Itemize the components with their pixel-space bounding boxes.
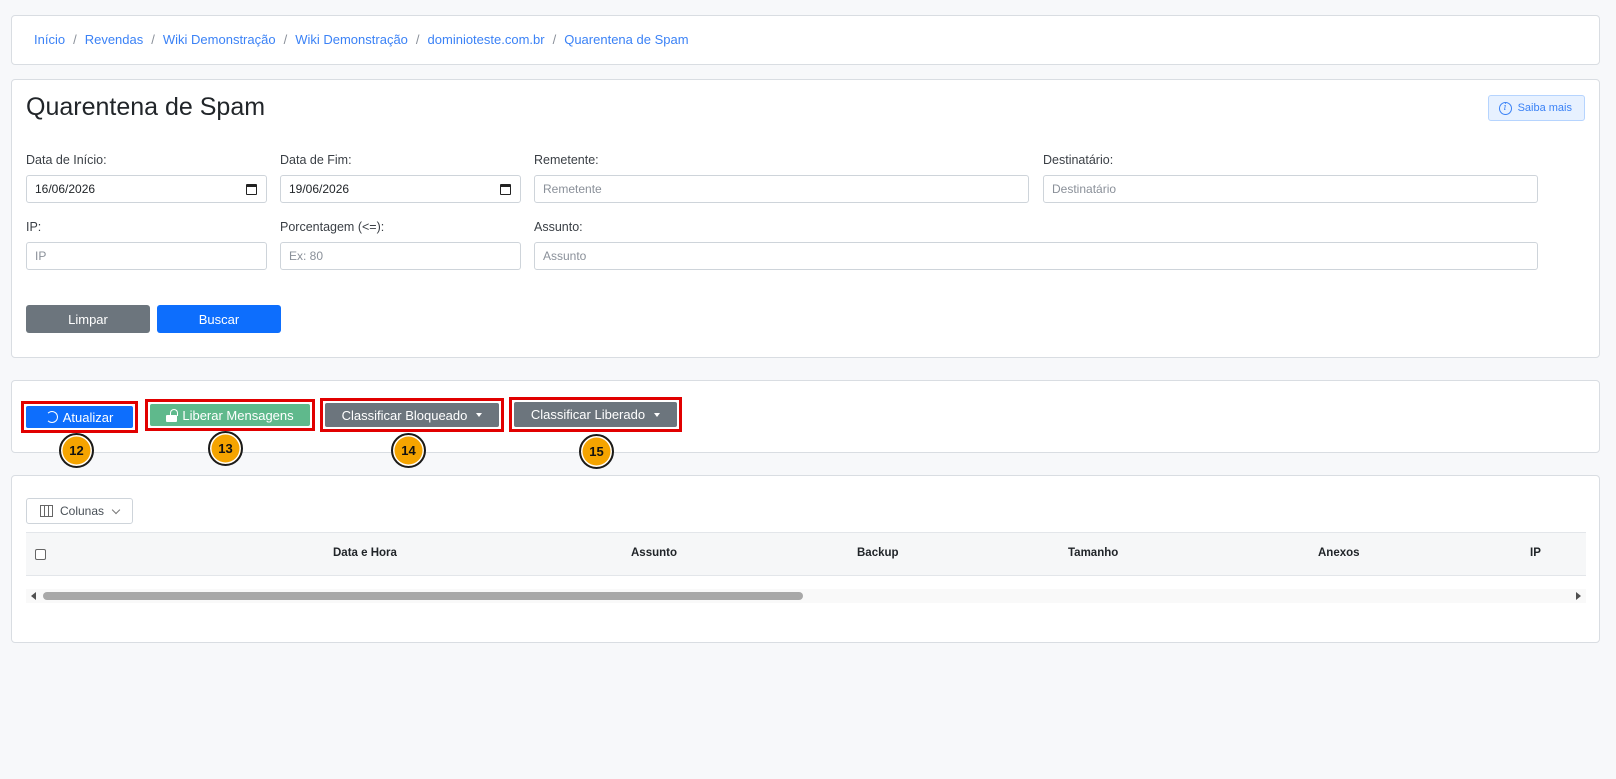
search-button[interactable]: Buscar [157,305,281,333]
start-date-label: Data de Início: [26,153,107,167]
clear-button[interactable]: Limpar [26,305,150,333]
header-backup[interactable]: Backup [857,547,899,559]
ip-input[interactable]: IP [26,242,267,270]
percentage-label: Porcentagem (<=): [280,220,385,234]
classify-blocked-highlight: Classificar Bloqueado [320,398,504,432]
classify-released-dropdown[interactable]: Classificar Liberado [514,402,677,427]
release-label: Liberar Mensagens [182,407,294,423]
breadcrumb-domain[interactable]: dominioteste.com.br [428,32,545,47]
classify-released-label: Classificar Liberado [530,407,646,422]
refresh-highlight: Atualizar [21,401,138,433]
breadcrumb-separator: / [415,32,420,47]
ip-label: IP: [26,220,42,234]
breadcrumb-separator: / [73,32,77,47]
sync-icon [45,411,58,423]
subject-input[interactable]: Assunto [534,242,1538,270]
start-date-value: 16/06/2026 [35,182,96,196]
end-date-input[interactable]: 19/06/2026 [280,175,521,203]
select-all-checkbox[interactable] [35,549,46,560]
sender-label: Remetente: [534,153,599,167]
breadcrumb-revendas[interactable]: Revendas [85,32,144,47]
refresh-label: Atualizar [62,409,114,425]
header-data-hora[interactable]: Data e Hora [333,547,397,559]
breadcrumb-wiki-1[interactable]: Wiki Demonstração [163,32,276,47]
columns-label: Colunas [59,504,105,518]
table-header: Data e Hora Assunto Backup Tamanho Anexo… [26,532,1586,576]
horizontal-scrollbar[interactable] [26,589,1586,603]
filter-card: Quarentena de Spam i Saiba mais Data de … [11,79,1600,358]
breadcrumb-inicio[interactable]: Início [34,32,65,47]
calendar-icon[interactable] [500,184,511,195]
columns-button[interactable]: Colunas [26,498,133,524]
header-ip[interactable]: IP [1530,547,1541,559]
classify-blocked-dropdown[interactable]: Classificar Bloqueado [325,403,499,427]
header-assunto[interactable]: Assunto [631,547,677,559]
classify-blocked-label: Classificar Bloqueado [341,407,468,423]
scrollbar-thumb[interactable] [43,592,803,600]
classify-released-highlight: Classificar Liberado [509,397,682,432]
breadcrumb-current[interactable]: Quarentena de Spam [564,32,688,47]
percentage-input[interactable]: Ex: 80 [280,242,521,270]
end-date-value: 19/06/2026 [289,182,350,196]
start-date-input[interactable]: 16/06/2026 [26,175,267,203]
annotation-badge-15: 15 [579,434,614,469]
header-tamanho[interactable]: Tamanho [1068,547,1118,559]
breadcrumb-separator: / [283,32,288,47]
breadcrumb-separator: / [552,32,557,47]
recipient-input[interactable]: Destinatário [1043,175,1538,203]
release-highlight: Liberar Mensagens [145,399,315,431]
annotation-badge-14: 14 [391,433,426,468]
end-date-label: Data de Fim: [280,153,352,167]
caret-down-icon [476,413,483,417]
columns-icon [39,505,53,517]
table-card: Colunas Data e Hora Assunto Backup Taman… [11,475,1600,643]
scroll-left-icon[interactable] [31,592,36,600]
recipient-label: Destinatário: [1043,153,1114,167]
release-messages-button[interactable]: Liberar Mensagens [150,404,310,426]
info-icon: i [1498,101,1512,115]
breadcrumb-wiki-2[interactable]: Wiki Demonstração [295,32,408,47]
annotation-badge-12: 12 [59,433,94,468]
saiba-mais-button[interactable]: i Saiba mais [1487,95,1585,121]
sender-input[interactable]: Remetente [534,175,1029,203]
caret-down-icon [654,412,661,417]
chevron-down-icon [111,505,121,514]
header-anexos[interactable]: Anexos [1318,547,1360,559]
scroll-right-icon[interactable] [1576,592,1581,600]
page-title: Quarentena de Spam [26,93,266,121]
calendar-icon[interactable] [246,184,257,195]
refresh-button[interactable]: Atualizar [26,406,133,428]
unlock-icon [166,408,179,422]
subject-label: Assunto: [534,220,583,234]
annotation-badge-13: 13 [208,431,243,466]
breadcrumb: Início / Revendas / Wiki Demonstração / … [34,32,689,47]
breadcrumb-separator: / [151,32,155,47]
breadcrumb-card: Início / Revendas / Wiki Demonstração / … [11,15,1600,65]
saiba-mais-label: Saiba mais [1517,102,1572,114]
